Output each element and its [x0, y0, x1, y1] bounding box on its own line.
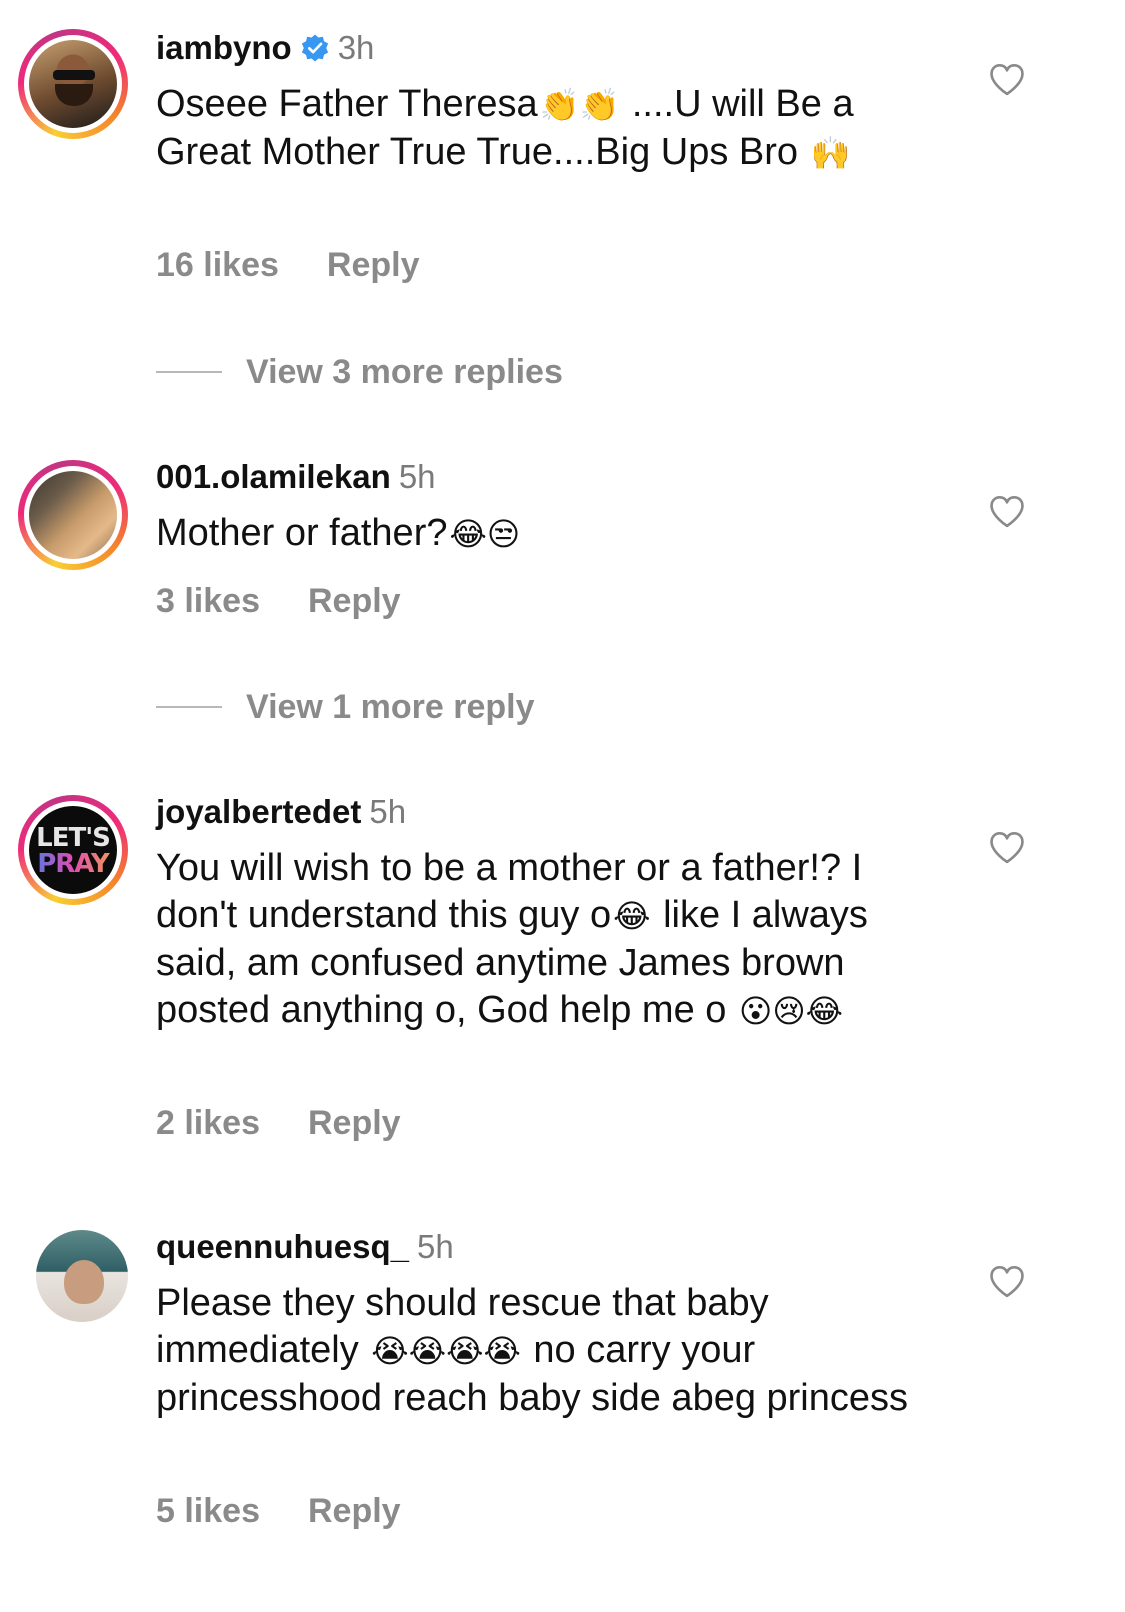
- avatar[interactable]: [36, 1230, 128, 1322]
- username[interactable]: queennuhuesq_: [156, 1228, 409, 1265]
- comment-header: 001.olamilekan 5h: [156, 457, 436, 497]
- likes-count[interactable]: 2 likes: [156, 1104, 260, 1142]
- comment-time: 5h: [398, 458, 436, 495]
- username[interactable]: 001.olamilekan: [156, 458, 391, 495]
- comment-header: queennuhuesq_ 5h: [156, 1227, 454, 1267]
- comment-header: iambyno 3h: [156, 28, 374, 68]
- likes-count[interactable]: 5 likes: [156, 1492, 260, 1530]
- reply-button[interactable]: Reply: [308, 582, 401, 620]
- reaction-emojis: 😮😢😂: [738, 992, 844, 1030]
- heart-outline-icon[interactable]: [988, 831, 1026, 865]
- heart-outline-icon[interactable]: [988, 63, 1026, 97]
- username[interactable]: iambyno: [156, 29, 292, 66]
- comment-meta: 2 likes Reply: [156, 1103, 401, 1143]
- comment-text: You will wish to be a mother or a father…: [156, 845, 946, 1035]
- view-more-replies-label[interactable]: View 3 more replies: [246, 353, 563, 391]
- comment-time: 5h: [369, 793, 407, 830]
- laughing-crying-emoji: 😂😒: [449, 515, 521, 553]
- likes-count[interactable]: 16 likes: [156, 246, 279, 284]
- username[interactable]: joyalbertedet: [156, 793, 361, 830]
- comment-meta: 5 likes Reply: [156, 1491, 401, 1531]
- comment-meta: 3 likes Reply: [156, 581, 401, 621]
- laughing-crying-emoji: 😂: [613, 897, 651, 935]
- heart-outline-icon[interactable]: [988, 1265, 1026, 1299]
- avatar-photo: [29, 40, 117, 128]
- comment-text: Oseee Father Theresa👏👏 ....U will Be a G…: [156, 81, 946, 177]
- reply-button[interactable]: Reply: [308, 1104, 401, 1142]
- divider-line: [156, 706, 222, 708]
- raising-hands-emoji: 🙌: [810, 134, 851, 172]
- comment-time: 3h: [337, 29, 375, 66]
- clapping-hands-emoji: 👏👏: [539, 86, 620, 124]
- view-more-replies[interactable]: View 3 more replies: [156, 352, 563, 392]
- verified-badge-icon: [301, 34, 328, 62]
- comment-time: 5h: [417, 1228, 454, 1265]
- avatar[interactable]: LET'S PRAY: [18, 795, 128, 905]
- avatar[interactable]: [18, 29, 128, 139]
- divider-line: [156, 371, 222, 373]
- reply-button[interactable]: Reply: [308, 1492, 401, 1530]
- view-more-replies[interactable]: View 1 more reply: [156, 687, 535, 727]
- view-more-replies-label[interactable]: View 1 more reply: [246, 688, 535, 726]
- loudly-crying-emoji: 😭😭😭😭: [371, 1332, 521, 1370]
- comment-header: joyalbertedet 5h: [156, 792, 406, 832]
- likes-count[interactable]: 3 likes: [156, 582, 260, 620]
- reply-button[interactable]: Reply: [327, 246, 420, 284]
- heart-outline-icon[interactable]: [988, 495, 1026, 529]
- avatar-photo: LET'S PRAY: [29, 806, 117, 894]
- comment-text: Please they should rescue that baby imme…: [156, 1282, 909, 1419]
- comment-text: Mother or father?😂😒: [156, 510, 946, 558]
- comment-meta: 16 likes Reply: [156, 245, 419, 285]
- avatar-photo: [29, 471, 117, 559]
- avatar[interactable]: [18, 460, 128, 570]
